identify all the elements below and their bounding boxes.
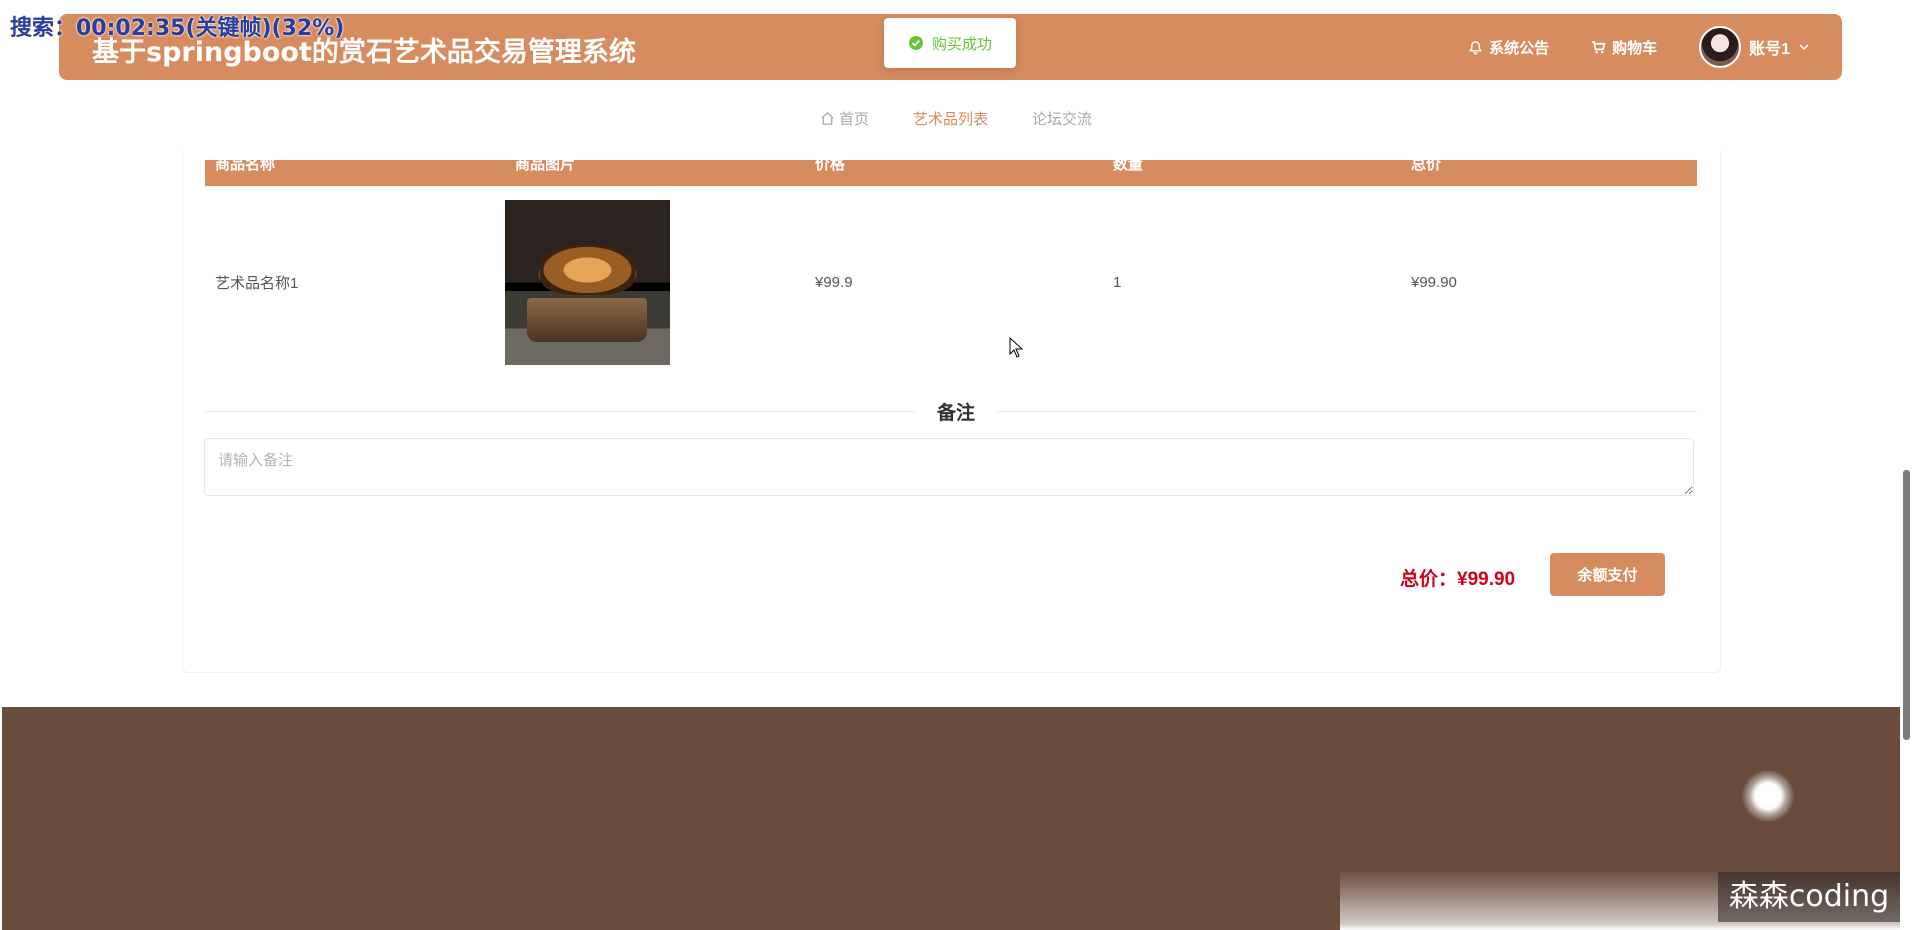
product-image-cell (505, 199, 805, 365)
table-header: 商品名称 商品图片 价格 数量 总价 (205, 160, 1697, 186)
column-header: 价格 (814, 160, 845, 173)
success-toast: 购买成功 (884, 18, 1016, 68)
remark-input[interactable] (204, 438, 1694, 496)
remark-divider-title: 备注 (0, 398, 1912, 425)
product-image[interactable] (505, 199, 670, 365)
chevron-down-icon (1799, 44, 1809, 51)
table-row: 艺术品名称1 ¥99.9 1 ¥99.90 (205, 186, 1697, 378)
remark-title: 备注 (914, 398, 997, 425)
watermark: 森森coding (1718, 872, 1900, 922)
notice-link[interactable]: 系统公告 (1468, 37, 1549, 58)
product-quantity: 1 (1113, 273, 1122, 291)
home-icon (821, 112, 834, 125)
main-nav: 首页 艺术品列表 论坛交流 (0, 108, 1912, 129)
nav-item-home[interactable]: 首页 (820, 108, 869, 129)
cart-icon (1592, 40, 1606, 53)
column-header: 总价 (1410, 160, 1441, 173)
nav-item-label: 首页 (838, 111, 869, 128)
nav-item-forum[interactable]: 论坛交流 (1032, 108, 1092, 129)
cart-link[interactable]: 购物车 (1591, 37, 1657, 58)
column-header: 商品图片 (514, 160, 575, 173)
column-header: 数量 (1112, 160, 1143, 173)
nav-item-label: 艺术品列表 (912, 111, 988, 128)
nav-item-art-list[interactable]: 艺术品列表 (913, 108, 988, 129)
overlay-search-text: 搜索：00:02:35(关键帧)(32%) (10, 16, 345, 41)
product-name: 艺术品名称1 (215, 274, 299, 292)
nav-item-label: 论坛交流 (1032, 111, 1093, 128)
scrollbar-thumb[interactable] (1903, 470, 1910, 740)
check-circle-icon (908, 36, 923, 50)
balance-pay-button[interactable]: 余额支付 (1550, 553, 1665, 596)
avatar (1699, 26, 1742, 68)
notice-label: 系统公告 (1489, 39, 1550, 57)
glow-orb (1742, 770, 1794, 822)
header-actions: 系统公告 购物车 账号1 (1468, 14, 1810, 80)
total-price: 总价：¥99.90 (1400, 569, 1516, 590)
order-table: 商品名称 商品图片 价格 数量 总价 艺术品名称1 ¥99.9 1 ¥99.90 (205, 160, 1697, 378)
product-price: ¥99.9 (815, 273, 853, 291)
bell-icon (1469, 40, 1483, 54)
account-label: 账号1 (1749, 41, 1790, 58)
scrollbar-track[interactable] (1901, 0, 1912, 930)
cart-label: 购物车 (1612, 39, 1658, 57)
column-header: 商品名称 (215, 160, 276, 173)
mouse-cursor-icon (1009, 337, 1023, 358)
product-total: ¥99.90 (1411, 273, 1457, 291)
account-menu[interactable]: 账号1 (1699, 26, 1810, 68)
toast-message: 购买成功 (931, 35, 992, 53)
